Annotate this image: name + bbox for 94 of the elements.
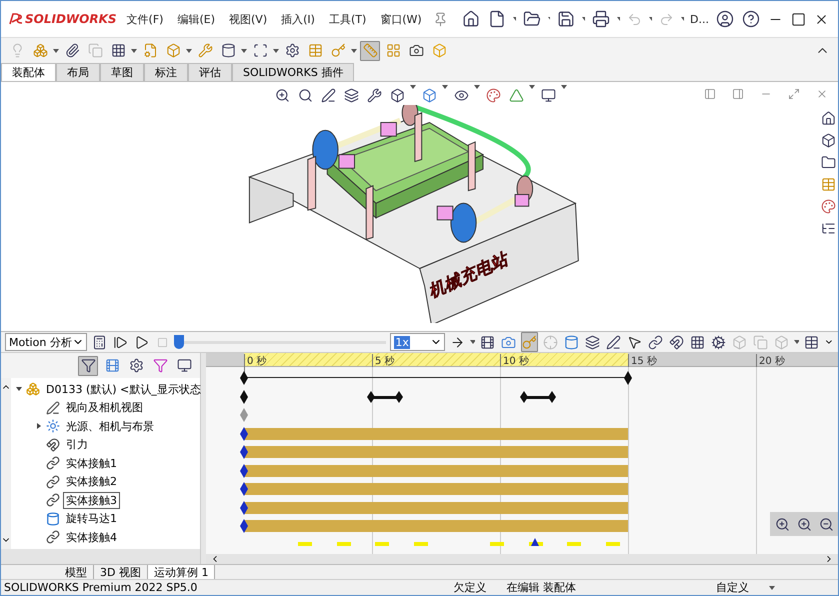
caret-icon[interactable] — [351, 48, 357, 52]
triangle-icon — [530, 538, 539, 546]
units-status[interactable]: 自定义 — [716, 580, 749, 595]
autokey-icon[interactable] — [521, 332, 538, 352]
command-tab[interactable]: SOLIDWORKS 插件 — [232, 63, 354, 81]
command-tab[interactable]: 草图 — [100, 63, 144, 81]
caret-icon[interactable] — [561, 85, 567, 89]
menu-item[interactable]: 编辑(E) — [173, 12, 220, 26]
command-tab[interactable]: 评估 — [188, 63, 232, 81]
event-mark — [336, 542, 351, 546]
keyframe-icon[interactable] — [240, 500, 248, 514]
save-icon[interactable] — [556, 9, 576, 29]
document-tab[interactable]: 运动算例 1 — [148, 564, 216, 580]
menu-item[interactable]: 文件(F) — [122, 12, 168, 26]
keyframe-icon[interactable] — [240, 426, 248, 440]
caret-icon[interactable] — [512, 17, 516, 21]
magnet-icon — [46, 438, 60, 452]
keyframe-icon[interactable] — [240, 519, 248, 533]
event-mark — [567, 542, 582, 546]
tree-item[interactable]: 引力 — [63, 436, 91, 454]
command-tab[interactable]: 装配体 — [1, 63, 56, 81]
link-icon — [46, 456, 60, 470]
keyframe-icon[interactable] — [240, 390, 248, 404]
caret-icon[interactable] — [769, 586, 775, 590]
caret-icon[interactable] — [186, 48, 192, 52]
caret-icon[interactable] — [273, 48, 279, 52]
caret-icon[interactable] — [649, 17, 652, 21]
playback-speed-dropdown[interactable]: 1x — [390, 333, 446, 351]
definition-status: 欠定义 — [454, 580, 486, 595]
tree-item[interactable]: 实体接触1 — [63, 454, 120, 472]
tree-item[interactable]: 实体接触3 — [63, 492, 120, 509]
lights-folder-icon — [46, 419, 60, 434]
menu-item[interactable]: 工具(T) — [324, 12, 370, 26]
assembly-icon — [26, 382, 40, 396]
caret-icon[interactable] — [470, 340, 476, 344]
command-tab[interactable]: 布局 — [56, 63, 100, 81]
caret-icon[interactable] — [241, 48, 247, 52]
expander-icon[interactable] — [35, 422, 43, 430]
horizontal-scrollbar[interactable] — [1, 549, 200, 564]
caret-icon[interactable] — [131, 48, 137, 52]
caret-icon[interactable] — [582, 17, 586, 21]
tree-item[interactable]: 视向及相机视图 — [63, 399, 146, 416]
caret-icon[interactable] — [617, 17, 620, 21]
keyframe-icon[interactable] — [240, 482, 248, 496]
command-tab[interactable]: 标注 — [144, 63, 188, 81]
caret-icon[interactable] — [794, 340, 800, 344]
link-icon — [46, 474, 60, 489]
keyframe-icon[interactable] — [624, 371, 632, 385]
caret-icon[interactable] — [410, 85, 416, 89]
tree-item[interactable]: 光源、相机与布景 — [63, 418, 157, 435]
timeline-slider[interactable] — [174, 335, 386, 349]
event-mark — [490, 542, 504, 546]
caret-icon[interactable] — [53, 48, 59, 52]
expander-icon[interactable] — [15, 385, 23, 394]
logo-icon — [9, 13, 23, 25]
tree-item[interactable]: 实体接触4 — [63, 528, 120, 546]
menu-item[interactable]: 插入(I) — [277, 12, 319, 26]
caret-icon[interactable] — [681, 17, 684, 21]
machine-model-drawing[interactable] — [248, 105, 578, 323]
keyframe-icon[interactable] — [240, 445, 248, 459]
ruler-icon[interactable] — [360, 40, 380, 60]
app-logo: SOLIDWORKS — [25, 12, 117, 26]
tree-item[interactable]: 旋转马达1 — [63, 510, 120, 528]
horizontal-scrollbar[interactable] — [206, 554, 838, 564]
slider-thumb[interactable] — [174, 335, 184, 349]
caret-icon[interactable] — [548, 17, 550, 21]
print-icon[interactable] — [591, 9, 612, 29]
version-text: SOLIDWORKS Premium 2022 SP5.0 — [4, 581, 198, 594]
caret-icon[interactable] — [529, 85, 535, 89]
event-mark — [298, 542, 312, 546]
event-mark — [606, 542, 620, 546]
filter-icon[interactable] — [78, 356, 98, 376]
caret-icon[interactable] — [442, 85, 448, 89]
menu-item[interactable]: 窗口(W) — [376, 12, 426, 26]
user-icon[interactable] — [714, 9, 735, 29]
keyframe-icon[interactable] — [240, 371, 248, 385]
home-icon[interactable] — [460, 9, 481, 29]
menu-item[interactable]: 视图(V) — [225, 12, 272, 26]
caret-icon[interactable] — [474, 85, 480, 89]
study-type-dropdown[interactable]: Motion 分析 — [5, 333, 87, 351]
link-icon — [46, 493, 60, 508]
document-name[interactable]: D... — [690, 12, 709, 26]
tree-item[interactable]: D0133 (默认) <默认_显示状态 — [43, 380, 204, 398]
keyframe-icon[interactable] — [240, 464, 248, 478]
edit-mode-status: 在编辑 装配体 — [506, 580, 576, 595]
help-icon[interactable] — [740, 9, 761, 29]
tree-item[interactable]: 实体接触2 — [63, 473, 120, 490]
model-label: 机械充电站 — [424, 249, 510, 302]
pen-icon — [46, 400, 60, 415]
event-mark — [375, 542, 390, 546]
event-mark — [414, 542, 428, 546]
keyframe-span-icon[interactable] — [520, 390, 556, 402]
keyframe-span-icon[interactable] — [366, 390, 403, 402]
link-icon — [46, 530, 60, 544]
